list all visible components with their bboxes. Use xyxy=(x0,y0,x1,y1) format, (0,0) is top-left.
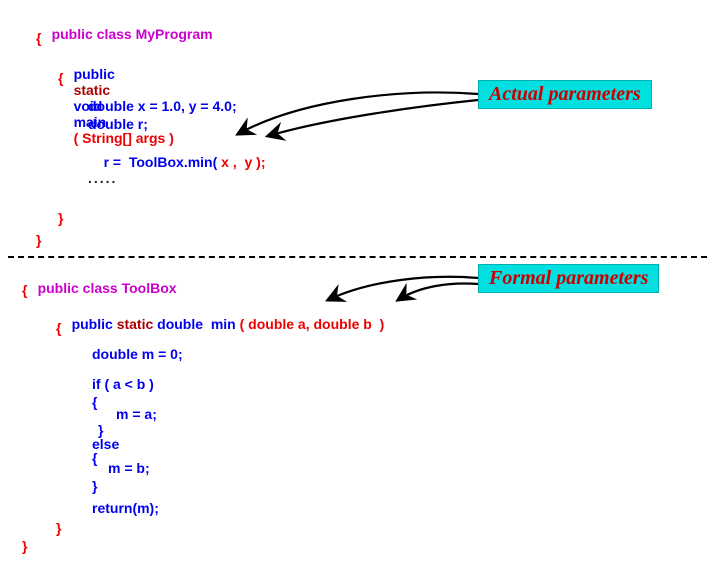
stmt-if: if ( a < b ) xyxy=(92,376,154,392)
class-decl-text: public class MyProgram xyxy=(52,26,213,42)
stmt-decl-xy: double x = 1.0, y = 4.0; xyxy=(88,98,237,114)
kw-double: double xyxy=(157,316,203,332)
brace-el-o: { xyxy=(92,450,97,466)
callout-formal-parameters: Formal parameters xyxy=(478,264,659,293)
kw-static: static xyxy=(74,82,111,98)
arrow-actual-to-y xyxy=(268,100,478,136)
kw-public: public xyxy=(74,66,115,82)
class-divider xyxy=(8,256,707,258)
callout-actual-parameters: Actual parameters xyxy=(478,80,652,109)
arrow-actual-to-x xyxy=(238,93,478,134)
class-decl-text-2: public class ToolBox xyxy=(38,280,177,296)
min-signature: public static double min ( double a, dou… xyxy=(56,300,384,348)
kw-static-2: static xyxy=(117,316,154,332)
brace-close-outer-bot: } xyxy=(22,538,27,554)
brace-open-outer-bot: { xyxy=(22,282,27,298)
brace-close-main: } xyxy=(58,210,63,226)
kw-public-2: public xyxy=(72,316,113,332)
arrow-formal-to-a xyxy=(328,277,478,300)
call-name: ToolBox.min( xyxy=(129,154,217,170)
brace-if-o: { xyxy=(92,394,97,410)
brace-open-outer-top: { xyxy=(36,30,41,46)
diagram-root: public class MyProgram { public static v… xyxy=(0,0,715,561)
brace-el-c: } xyxy=(92,478,97,494)
call-lhs: r = xyxy=(104,154,129,170)
stmt-m-a: m = a; xyxy=(116,406,157,422)
stmt-return: return(m); xyxy=(92,500,159,516)
ellipsis: ..... xyxy=(88,170,117,186)
brace-close-outer-top: } xyxy=(36,232,41,248)
stmt-m-b: m = b; xyxy=(108,460,150,476)
arrow-formal-to-b xyxy=(398,284,478,300)
call-args: x , y ); xyxy=(217,154,265,170)
brace-open-min: { xyxy=(56,320,61,336)
brace-open-main: { xyxy=(58,70,63,86)
stmt-decl-m: double m = 0; xyxy=(92,346,183,362)
brace-close-min: } xyxy=(56,520,61,536)
min-params: ( double a, double b ) xyxy=(240,316,385,332)
kw-min: min xyxy=(211,316,236,332)
stmt-decl-r: double r; xyxy=(88,116,148,132)
